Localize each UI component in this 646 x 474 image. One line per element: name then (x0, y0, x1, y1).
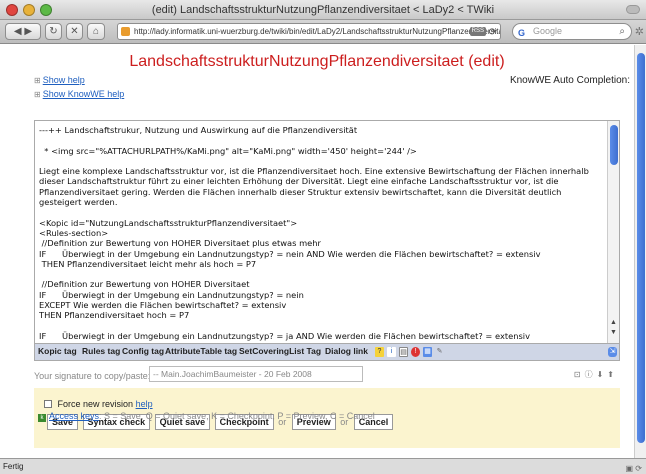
keyboard-icon: k (38, 414, 46, 422)
window-controls (6, 4, 52, 16)
activity-icon[interactable]: ✲ (635, 25, 644, 38)
scroll-up-icon[interactable]: ▲ (610, 319, 617, 326)
editor-line: * <img src="%ATTACHURLPATH%/KaMi.png" al… (39, 145, 417, 156)
editor-scroll-thumb[interactable] (610, 125, 618, 165)
force-revision-row: Force new revision help (44, 399, 153, 409)
status-icons: ▣ ⟳ (625, 464, 642, 473)
reload-icon: ↻ (49, 26, 58, 37)
editor-line: <Kopic id="NutzungLandschaftsstrukturPfl… (39, 217, 298, 228)
web-page: LandschaftsstrukturNutzungPflanzendivers… (0, 45, 634, 458)
editor-line: THEN Pflanzendiversitaet leicht mehr als… (39, 258, 257, 269)
letter-icon[interactable]: ⊡ (574, 370, 585, 379)
error-icon[interactable]: ! (411, 347, 420, 357)
home-icon: ⌂ (92, 26, 100, 37)
help-links: ⊞ Show help ⊞ Show KnowWE help (34, 75, 124, 103)
page-scrollbar[interactable] (634, 45, 646, 458)
page-scroll-thumb[interactable] (637, 53, 645, 443)
attributetable-tag-button[interactable]: AttributeTable tag (165, 346, 237, 356)
search-icon[interactable]: ⌕ (619, 24, 625, 39)
setcoveringlist-tag-button[interactable]: SetCoveringList Tag (239, 346, 321, 356)
editor-line: IF Überwiegt in der Umgebung ein Landnut… (39, 289, 304, 300)
editor-line: Liegt eine komplexe Landschaftsstruktur … (39, 166, 592, 208)
minimize-window-button[interactable] (23, 4, 35, 16)
zoom-window-button[interactable] (40, 4, 52, 16)
down-arrow-icon[interactable]: ⬇ (597, 370, 608, 379)
image-icon[interactable]: ▦ (423, 347, 432, 357)
reload-button[interactable]: ↻ (45, 23, 62, 40)
show-knowwe-help-link[interactable]: Show KnowWE help (43, 89, 125, 99)
status-text: Fertig (3, 462, 24, 471)
editor-line: <Rules-section> (39, 227, 109, 238)
address-url: http://lady.informatik.uni-wuerzburg.de/… (134, 27, 500, 36)
home-button[interactable]: ⌂ (87, 23, 105, 40)
editor-line: IF Überwiegt in der Umgebung ein Landnut… (39, 330, 531, 341)
pencil-icon[interactable]: ✎ (435, 347, 444, 357)
rules-tag-button[interactable]: Rules tag (82, 346, 120, 356)
browser-toolbar: ◀ ▶ ↻ ✕ ⌂ http://lady.informatik.uni-wue… (0, 20, 646, 44)
up-arrow-icon[interactable]: ⬆ (607, 370, 618, 379)
editor-line: //Definition zur Bewertung von HOHER Div… (39, 279, 250, 290)
expand-icon: ⊞ (34, 76, 41, 85)
rss-icon[interactable]: RSS (469, 27, 486, 36)
show-help-link[interactable]: Show help (43, 75, 85, 85)
force-revision-help-link[interactable]: help (136, 399, 153, 409)
back-icon[interactable]: ◀ (14, 26, 22, 37)
page-icon[interactable]: ▤ (399, 347, 408, 357)
info-icon[interactable]: i (387, 347, 396, 357)
forward-icon[interactable]: ▶ (24, 26, 32, 37)
editor-scrollbar[interactable]: ▲ ▼ (607, 121, 619, 343)
editor-line: IF Überwiegt in der Umgebung ein Landnut… (39, 248, 541, 259)
editor-line: ---++ Landschaftstrukur, Nutzung und Aus… (39, 125, 358, 135)
window-title: (edit) LandschaftsstrukturNutzungPflanze… (151, 4, 495, 16)
tag-toolbar: Kopic tag Rules tag Config tag Attribute… (34, 344, 620, 361)
expand-icon: ⊞ (34, 90, 41, 99)
scroll-down-icon[interactable]: ▼ (610, 329, 617, 336)
toolbar-toggle-button[interactable] (626, 5, 640, 14)
resize-icon[interactable]: ⇲ (608, 347, 617, 357)
editor-text[interactable]: ---++ Landschaftstrukur, Nutzung und Aus… (39, 125, 603, 341)
wiki-text-editor[interactable]: ---++ Landschaftstrukur, Nutzung und Aus… (34, 120, 620, 344)
stop-button[interactable]: ✕ (66, 23, 83, 40)
editor-line: THEN Pflanzendiversitaet hoch = P7 (39, 310, 190, 321)
access-keys-text: : S = Save, Q = Quiet save, K = Checkpoi… (99, 411, 375, 421)
back-forward-buttons[interactable]: ◀ ▶ (5, 23, 41, 40)
window-titlebar: (edit) LandschaftsstrukturNutzungPflanze… (0, 0, 646, 20)
signature-field[interactable]: -- Main.JoachimBaumeister - 20 Feb 2008 (149, 366, 363, 382)
force-revision-checkbox[interactable] (44, 400, 52, 408)
question-icon[interactable]: ? (375, 347, 384, 357)
page-title: LandschaftsstrukturNutzungPflanzendivers… (129, 53, 505, 70)
address-bar[interactable]: http://lady.informatik.uni-wuerzburg.de/… (117, 23, 501, 40)
access-keys-note: k Access keys: S = Save, Q = Quiet save, … (38, 411, 375, 422)
access-keys-link[interactable]: Access keys (49, 411, 99, 421)
google-icon[interactable]: G (518, 26, 525, 41)
signature-tools: ⊡ⓘ⬇⬆ (574, 369, 618, 380)
editor-line: //Definition zur Bewertung von HOHER Div… (39, 238, 321, 249)
favicon-icon (121, 27, 130, 36)
signature-label: Your signature to copy/paste: (34, 371, 151, 381)
status-bar: Fertig ▣ ⟳ (0, 458, 646, 474)
editor-line: EXCEPT Wie werden die Flächen bewirtscha… (39, 300, 287, 311)
dialog-link-button[interactable]: Dialog link (325, 346, 368, 356)
force-revision-label: Force new revision (57, 399, 134, 409)
kopic-tag-button[interactable]: Kopic tag (38, 346, 77, 356)
search-placeholder: Google (533, 26, 563, 36)
knowwe-autocompletion-label: KnowWE Auto Completion: (509, 75, 630, 86)
config-tag-button[interactable]: Config tag (122, 346, 164, 356)
info-small-icon[interactable]: ⓘ (585, 370, 597, 379)
refresh-icon[interactable]: ⟳ (489, 25, 497, 39)
close-window-button[interactable] (6, 4, 18, 16)
stop-icon: ✕ (70, 26, 79, 37)
search-field[interactable]: G Google ⌕ (512, 23, 632, 40)
